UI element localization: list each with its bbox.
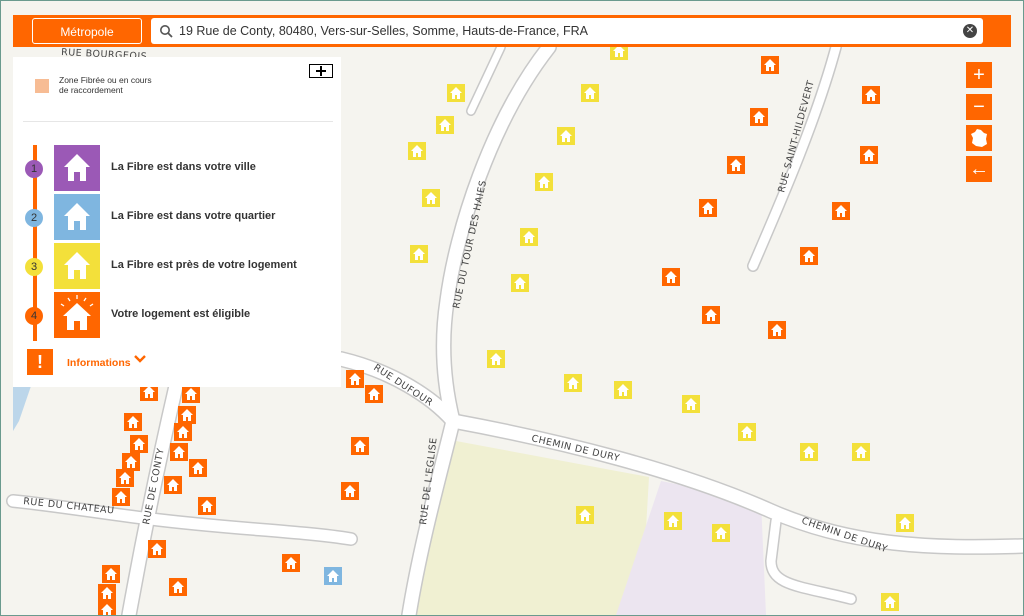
divider	[23, 121, 333, 122]
house-marker-icon[interactable]	[768, 321, 786, 339]
house-marker-icon[interactable]	[896, 514, 914, 532]
house-marker-icon[interactable]	[351, 437, 369, 455]
step-number: 2	[25, 209, 43, 227]
house-marker-icon[interactable]	[800, 247, 818, 265]
house-marker-icon[interactable]	[130, 435, 148, 453]
house-marker-icon[interactable]	[282, 554, 300, 572]
house-marker-icon[interactable]	[860, 146, 878, 164]
house-marker-icon[interactable]	[727, 156, 745, 174]
step-label: La Fibre est dans votre ville	[111, 161, 256, 173]
house-marker-icon[interactable]	[170, 443, 188, 461]
house-marker-icon[interactable]	[682, 395, 700, 413]
search-box: ✕	[151, 18, 983, 44]
step-1: 1 La Fibre est dans votre ville	[13, 145, 341, 191]
house-marker-icon[interactable]	[447, 84, 465, 102]
house-marker-icon[interactable]	[832, 202, 850, 220]
house-marker-icon[interactable]	[410, 245, 428, 263]
house-marker-icon[interactable]	[699, 199, 717, 217]
house-marker-icon[interactable]	[614, 381, 632, 399]
house-marker-icon[interactable]	[662, 268, 680, 286]
house-marker-icon[interactable]	[576, 506, 594, 524]
step-4: 4 Votre logement est éligible	[13, 292, 341, 338]
house-marker-icon[interactable]	[122, 453, 140, 471]
house-marker-icon[interactable]	[436, 116, 454, 134]
house-marker-icon[interactable]	[564, 374, 582, 392]
house-icon	[54, 243, 100, 289]
house-marker-icon[interactable]	[862, 86, 880, 104]
zoom-in-button[interactable]: +	[966, 62, 992, 88]
step-label: La Fibre est près de votre logement	[111, 259, 297, 271]
house-marker-icon[interactable]	[511, 274, 529, 292]
house-marker-icon[interactable]	[702, 306, 720, 324]
zoom-out-button[interactable]: −	[966, 94, 992, 120]
house-marker-icon[interactable]	[174, 423, 192, 441]
chevron-down-icon[interactable]	[133, 353, 147, 365]
search-icon[interactable]	[159, 24, 173, 38]
house-marker-icon[interactable]	[178, 406, 196, 424]
house-marker-icon[interactable]	[487, 350, 505, 368]
house-marker-icon[interactable]	[324, 567, 342, 585]
green-parcel	[416, 441, 649, 615]
house-marker-icon[interactable]	[98, 584, 116, 602]
app-frame: RUE BOURGEOIS RUE SAINT-HILDEVERT RUE DU…	[0, 0, 1024, 616]
address-search-input[interactable]	[179, 18, 959, 44]
step-3: 3 La Fibre est près de votre logement	[13, 243, 341, 289]
house-marker-icon[interactable]	[664, 512, 682, 530]
step-2: 2 La Fibre est dans votre quartier	[13, 194, 341, 240]
france-map-icon	[971, 129, 987, 147]
house-marker-icon[interactable]	[116, 469, 134, 487]
house-marker-icon[interactable]	[169, 578, 187, 596]
zone-fibree-label-line2: de raccordement	[59, 85, 123, 95]
metropole-button[interactable]: Métropole	[32, 18, 142, 44]
house-marker-icon[interactable]	[98, 601, 116, 615]
house-marker-icon[interactable]	[198, 497, 216, 515]
step-number: 4	[25, 307, 43, 325]
zone-fibree-label-line1: Zone Fibrée ou en cours	[59, 75, 152, 85]
house-marker-icon[interactable]	[346, 370, 364, 388]
house-marker-icon[interactable]	[341, 482, 359, 500]
house-marker-icon[interactable]	[581, 84, 599, 102]
legend-panel: Zone Fibrée ou en cours de raccordement …	[13, 57, 341, 387]
house-marker-icon[interactable]	[750, 108, 768, 126]
step-label: La Fibre est dans votre quartier	[111, 210, 276, 222]
house-marker-icon[interactable]	[520, 228, 538, 246]
house-icon	[54, 194, 100, 240]
house-marker-icon[interactable]	[189, 459, 207, 477]
clear-icon[interactable]: ✕	[963, 24, 977, 38]
house-marker-icon[interactable]	[800, 443, 818, 461]
house-marker-icon[interactable]	[535, 173, 553, 191]
info-icon[interactable]: !	[27, 349, 53, 375]
house-marker-icon[interactable]	[164, 476, 182, 494]
house-marker-icon[interactable]	[408, 142, 426, 160]
house-marker-icon[interactable]	[182, 385, 200, 403]
house-icon	[54, 292, 100, 338]
house-marker-icon[interactable]	[557, 127, 575, 145]
zone-fibree-label: Zone Fibrée ou en cours de raccordement	[59, 75, 179, 95]
house-marker-icon[interactable]	[365, 385, 383, 403]
house-marker-icon[interactable]	[422, 189, 440, 207]
back-button[interactable]: ←	[966, 156, 992, 182]
house-marker-icon[interactable]	[124, 413, 142, 431]
house-marker-icon[interactable]	[852, 443, 870, 461]
step-label: Votre logement est éligible	[111, 308, 251, 320]
house-marker-icon[interactable]	[761, 56, 779, 74]
house-icon	[54, 145, 100, 191]
france-map-button[interactable]	[966, 125, 992, 151]
house-marker-icon[interactable]	[112, 488, 130, 506]
collapse-legend-button[interactable]	[309, 64, 333, 78]
informations-link[interactable]: Informations	[67, 357, 131, 369]
house-marker-icon[interactable]	[738, 423, 756, 441]
step-number: 1	[25, 160, 43, 178]
house-marker-icon[interactable]	[148, 540, 166, 558]
house-marker-icon[interactable]	[102, 565, 120, 583]
house-marker-icon[interactable]	[712, 524, 730, 542]
step-number: 3	[25, 258, 43, 276]
top-bar: Métropole ✕	[13, 15, 1011, 47]
water-patch	[13, 386, 31, 431]
zone-fibree-swatch	[35, 79, 49, 93]
house-marker-icon[interactable]	[881, 593, 899, 611]
